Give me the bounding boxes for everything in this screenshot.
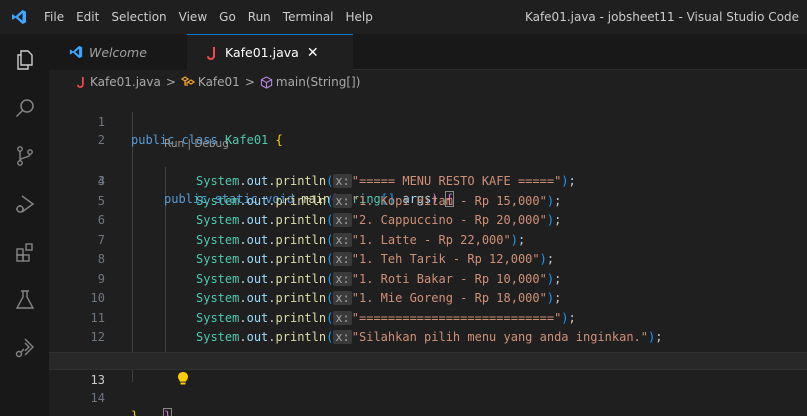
- parameter-hint: x:: [333, 291, 352, 305]
- window-title: Kafe01.java - jobsheet11 - Visual Studio…: [524, 10, 799, 24]
- code-editor[interactable]: 1 public class Kafe01 { 2 Run | Debug 3 …: [49, 94, 807, 416]
- remote-explorer-icon[interactable]: [0, 324, 49, 372]
- tab-kafe01-java[interactable]: Kafe01.java ✕: [187, 34, 353, 70]
- menu-view[interactable]: View: [173, 0, 213, 34]
- code-line: 5 System.out.println(x: "1. Kopi Hitam - R…: [97, 193, 562, 208]
- parameter-hint: x:: [333, 252, 352, 266]
- menu-terminal[interactable]: Terminal: [277, 0, 340, 34]
- menu-selection[interactable]: Selection: [105, 0, 172, 34]
- tab-label: Welcome: [89, 44, 147, 60]
- source-control-icon[interactable]: [0, 132, 49, 180]
- code-line: 7 System.out.println(x: "1. Latte - Rp 22,…: [97, 232, 526, 247]
- menu-file[interactable]: File: [38, 0, 70, 34]
- parameter-hint: x:: [333, 232, 352, 247]
- code-line: 12 System.out.println(x: "Silahkan pilih m…: [90, 330, 663, 344]
- title-bar: File Edit Selection View Go Run Terminal…: [0, 0, 807, 34]
- breadcrumb-file[interactable]: Kafe01.java: [77, 75, 161, 89]
- parameter-hint: x:: [333, 271, 352, 286]
- menu-run[interactable]: Run: [242, 0, 277, 34]
- code-line: 8 System.out.println(x: "1. Teh Tarik - Rp…: [97, 252, 555, 266]
- breadcrumb-class[interactable]: Kafe01: [180, 75, 240, 89]
- menu-edit[interactable]: Edit: [70, 0, 105, 34]
- code-line: 11 System.out.println(x: "================…: [90, 310, 576, 325]
- class-icon: [180, 76, 195, 86]
- method-icon: [260, 75, 273, 89]
- parameter-hint: x:: [333, 193, 352, 208]
- code-line: 6 System.out.println(x: "2. Cappuccino - R…: [97, 213, 562, 227]
- code-line: 4 System.out.println(x: "===== MENU RESTO …: [97, 174, 576, 188]
- java-icon: [77, 77, 84, 88]
- vscode-logo-icon: [0, 0, 38, 34]
- activity-bar: [0, 34, 49, 416]
- explorer-icon[interactable]: [0, 36, 49, 84]
- extensions-icon[interactable]: [0, 228, 49, 276]
- code-line: 9 System.out.println(x: "1. Roti Bakar - R…: [97, 271, 562, 286]
- tab-welcome[interactable]: Welcome: [49, 34, 187, 70]
- parameter-hint: x:: [333, 330, 352, 344]
- menu-bar: File Edit Selection View Go Run Terminal…: [38, 0, 379, 34]
- breadcrumb-separator: >: [244, 75, 255, 89]
- code-line: 1 public class Kafe01 {: [97, 115, 283, 147]
- close-icon[interactable]: ✕: [307, 45, 319, 61]
- parameter-hint: x:: [333, 213, 352, 227]
- parameter-hint: x:: [333, 310, 352, 325]
- menu-go[interactable]: Go: [213, 0, 242, 34]
- parameter-hint: x:: [333, 174, 352, 188]
- code-line: 10 System.out.println(x: "1. Mie Goreng - …: [90, 291, 562, 305]
- breadcrumb-separator: >: [165, 75, 176, 89]
- matched-bracket: }: [162, 408, 173, 416]
- code-line: 3 public static void main(String[] args)…: [97, 174, 455, 207]
- breadcrumb-method[interactable]: main(String[]): [260, 75, 360, 89]
- tab-label: Kafe01.java: [225, 45, 299, 60]
- breadcrumb: Kafe01.java > Kafe01 > main(String[]): [49, 70, 807, 94]
- testing-icon[interactable]: [0, 276, 49, 324]
- code-line: 2: [97, 133, 105, 147]
- codelens-run-debug[interactable]: Run | Debug: [164, 138, 229, 150]
- java-icon: [207, 46, 219, 60]
- search-icon[interactable]: [0, 84, 49, 132]
- run-debug-icon[interactable]: [0, 180, 49, 228]
- current-line: 13 }: [49, 352, 807, 416]
- code-line: 14 }: [90, 391, 139, 416]
- vscode-icon: [69, 45, 83, 59]
- menu-help[interactable]: Help: [340, 0, 379, 34]
- editor-tabs: Welcome Kafe01.java ✕: [49, 34, 807, 70]
